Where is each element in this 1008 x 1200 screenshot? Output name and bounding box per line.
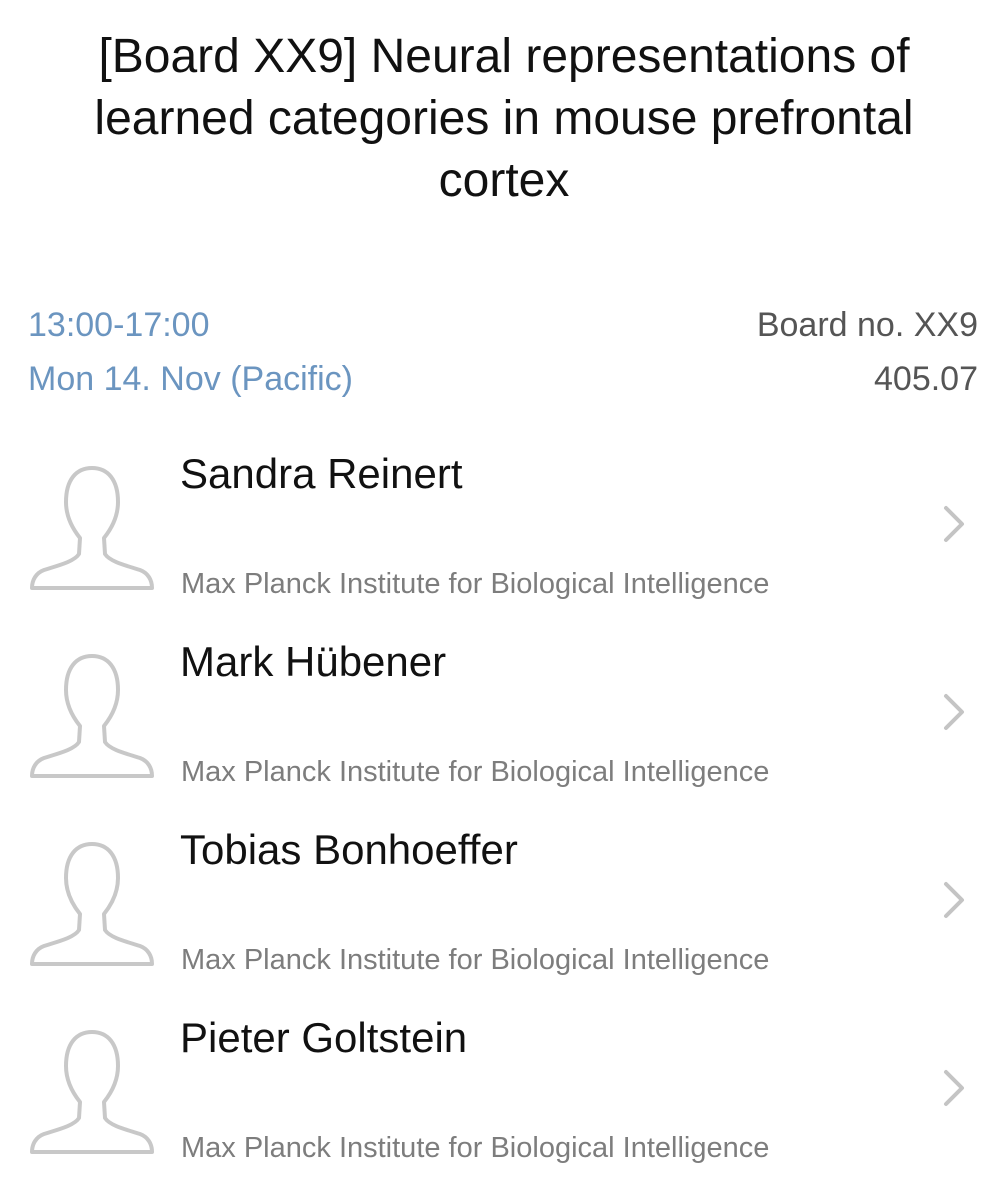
author-name: Sandra Reinert — [180, 450, 463, 497]
author-row[interactable]: Sandra Reinert Max Planck Institute for … — [0, 440, 1008, 628]
author-name: Tobias Bonhoeffer — [180, 826, 518, 873]
person-placeholder-icon — [30, 1030, 154, 1154]
board-info: Board no. XX9 405.07 — [757, 298, 978, 406]
author-row[interactable]: Pieter Goltstein Max Planck Institute fo… — [0, 1004, 1008, 1192]
author-name: Mark Hübener — [180, 638, 447, 685]
session-date: Mon 14. Nov (Pacific) — [28, 360, 353, 398]
author-list: Sandra Reinert Max Planck Institute for … — [0, 440, 1008, 1192]
chevron-right-icon — [944, 882, 964, 918]
poster-title: [Board XX9] Neural representations of le… — [94, 30, 914, 207]
person-placeholder-icon — [30, 466, 154, 590]
board-number: Board no. XX9 — [756, 306, 978, 344]
abstract-code: 405.07 — [874, 360, 978, 398]
session-time: 13:00-17:00 — [28, 306, 210, 344]
person-placeholder-icon — [30, 654, 154, 778]
author-affiliation: Max Planck Institute for Biological Inte… — [181, 756, 770, 788]
author-row[interactable]: Tobias Bonhoeffer Max Planck Institute f… — [0, 816, 1008, 1004]
person-placeholder-icon — [30, 842, 154, 966]
author-affiliation: Max Planck Institute for Biological Inte… — [181, 1132, 770, 1164]
chevron-right-icon — [944, 694, 964, 730]
session-schedule: 13:00-17:00 Mon 14. Nov (Pacific) — [28, 298, 353, 406]
author-affiliation: Max Planck Institute for Biological Inte… — [181, 568, 770, 600]
chevron-right-icon — [944, 1070, 964, 1106]
author-affiliation: Max Planck Institute for Biological Inte… — [181, 944, 770, 976]
chevron-right-icon — [944, 506, 964, 542]
author-row[interactable]: Mark Hübener Max Planck Institute for Bi… — [0, 628, 1008, 816]
author-name: Pieter Goltstein — [180, 1014, 468, 1061]
